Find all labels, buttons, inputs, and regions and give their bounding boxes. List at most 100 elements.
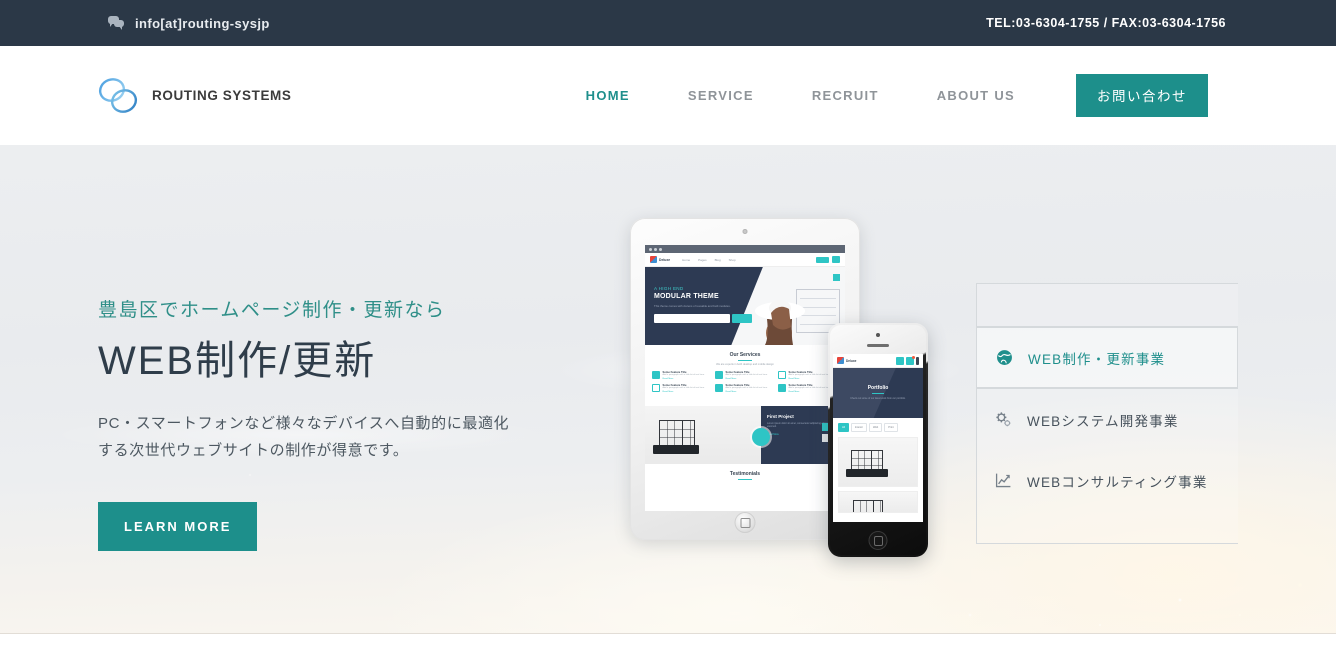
mockup-menu-item-1: Pages <box>698 257 707 262</box>
phone-mockup-hero-lead: Check out some of our latest work from o… <box>850 397 906 400</box>
phone-mockup-filter-3: Print <box>884 423 898 432</box>
mockup-service-card: Some Feature Title Add a paragraph with … <box>652 371 712 380</box>
mockup-site-nav: Deluxe Home Pages Blog Shop <box>645 253 845 267</box>
tablet-screen: Deluxe Home Pages Blog Shop A HIGH END M… <box>645 245 845 511</box>
topbar-phone-text: TEL:03-6304-1755 / FAX:03-6304-1756 <box>986 16 1226 30</box>
mockup-menu-item-0: Home <box>682 257 691 262</box>
phone-mockup-logo-icon <box>837 357 844 364</box>
comments-icon <box>108 16 124 30</box>
cogs-icon <box>996 412 1011 427</box>
service-list-top-spacer <box>977 284 1238 327</box>
mockup-menu-item-2: Blog <box>714 257 721 262</box>
nav-item-service[interactable]: SERVICE <box>659 88 783 103</box>
phone-speaker-icon <box>867 344 889 347</box>
mockup-project-image <box>645 406 761 464</box>
mockup-service-card-text: Add a paragraph with a little bit of tex… <box>662 387 705 389</box>
mockup-service-card-link: Read More <box>788 391 800 393</box>
mockup-nav-actions <box>816 256 840 263</box>
brand-name: ROUTING SYSTEMS <box>152 88 292 103</box>
service-item-system-development[interactable]: WEBシステム開発事業 <box>977 389 1238 450</box>
phone-mockup-portfolio-card <box>838 437 918 487</box>
phone-mockup-filters: All Interior Web Print <box>833 418 923 437</box>
tablet-home-button-icon <box>734 512 756 533</box>
service-list-bottom-spacer <box>977 511 1238 543</box>
service-item-web-production[interactable]: WEB制作・更新事業 <box>976 327 1238 388</box>
mockup-services-title: Our Services <box>729 352 761 358</box>
mockup-hero: A HIGH END MODULAR THEME This theme come… <box>645 267 845 345</box>
mockup-service-card: Some Feature Title Add a paragraph with … <box>715 371 775 380</box>
service-list-box: WEB制作・更新事業 <box>976 283 1238 389</box>
mockup-service-card-link: Read More <box>788 378 800 380</box>
topbar-email-text: info[at]routing-sysjp <box>135 15 270 31</box>
hero-description-line-1: PC・スマートフォンなど様々なデバイスへ自動的に最適化 <box>98 415 510 432</box>
nav-item-recruit[interactable]: RECRUIT <box>783 88 908 103</box>
globe-icon <box>997 350 1012 365</box>
nav-item-home[interactable]: HOME <box>557 88 659 103</box>
phone-mockup: Deluxe Portfolio Check out some of our l… <box>828 323 928 557</box>
service-item-label: WEBシステム開発事業 <box>1027 413 1179 429</box>
top-utility-bar: info[at]routing-sysjp TEL:03-6304-1755 /… <box>0 0 1336 46</box>
mockup-hero-lead: This theme comes with dozens of reusable… <box>654 304 731 308</box>
tablet-camera-icon <box>742 229 748 234</box>
mockup-project-section: First Project Lorem ipsum dolor sit amet… <box>645 406 845 464</box>
mockup-hero-kicker: A HIGH END <box>654 286 684 291</box>
hero-section: 豊島区でホームページ制作・更新なら WEB制作/更新 PC・スマートフォンなど様… <box>0 145 1336 634</box>
mockup-service-card: Some Feature Title Add a paragraph with … <box>715 384 775 393</box>
mockup-logo-icon <box>650 256 657 263</box>
phone-mockup-filter-1: Interior <box>850 423 867 432</box>
mockup-service-card-text: Add a paragraph with a little bit of tex… <box>662 374 705 376</box>
mockup-service-card-text: Add a paragraph with a little bit of tex… <box>725 374 768 376</box>
service-item-label: WEB制作・更新事業 <box>1028 351 1166 367</box>
mockup-hero-model-image <box>755 300 805 345</box>
mockup-service-card-text: Add a paragraph with a little bit of tex… <box>725 387 768 389</box>
mockup-menu: Home Pages Blog Shop <box>682 258 736 262</box>
mockup-hero-title: MODULAR THEME <box>654 293 719 300</box>
mockup-service-card-link: Read More <box>662 378 674 380</box>
hero-subtitle: 豊島区でホームページ制作・更新なら <box>98 300 446 321</box>
phone-screen: Deluxe Portfolio Check out some of our l… <box>833 354 923 522</box>
mockup-service-card-text: Add a paragraph with a little bit of tex… <box>788 374 831 376</box>
mockup-services-section: Our Services We are experts in both desk… <box>645 345 845 399</box>
hero-copy: 豊島区でホームページ制作・更新なら WEB制作/更新 PC・スマートフォンなど様… <box>98 295 509 551</box>
mockup-service-card-link: Read More <box>662 391 674 393</box>
hero-title: WEB制作/更新 <box>98 339 377 383</box>
mockup-service-card: Some Feature Title Add a paragraph with … <box>652 384 712 393</box>
mockup-service-card-link: Read More <box>725 378 737 380</box>
phone-mockup-filter-0: All <box>838 423 849 432</box>
line-chart-icon <box>995 473 1011 488</box>
hero-description: PC・スマートフォンなど様々なデバイスへ自動的に最適化 する次世代ウェブサイトの… <box>98 410 509 464</box>
service-list-box-lower: WEBシステム開発事業 WEBコンサルティング事業 <box>976 389 1238 544</box>
tablet-mockup: Deluxe Home Pages Blog Shop A HIGH END M… <box>630 218 860 540</box>
mockup-menu-item-3: Shop <box>728 257 736 262</box>
mockup-service-card-text: Add a paragraph with a little bit of tex… <box>788 387 831 389</box>
service-item-label: WEBコンサルティング事業 <box>1027 474 1208 490</box>
phone-mockup-filter-2: Web <box>868 423 883 432</box>
mockup-browser-bar <box>645 245 845 253</box>
contact-button[interactable]: お問い合わせ <box>1076 74 1208 117</box>
phone-mockup-hero: Portfolio Check out some of our latest w… <box>833 368 923 418</box>
main-navigation: HOME SERVICE RECRUIT ABOUT US お問い合わせ <box>557 74 1208 117</box>
mockup-service-card-link: Read More <box>725 391 737 393</box>
mockup-testimonials-title: Testimonials <box>729 471 761 477</box>
phone-mockup-portfolio-card <box>838 491 918 513</box>
nav-item-about-us[interactable]: ABOUT US <box>908 88 1044 103</box>
mockup-testimonials-section: Testimonials <box>645 464 845 489</box>
phone-mockup-hero-title: Portfolio <box>867 385 889 391</box>
mockup-services-sub: We are experts in both desktop and mobil… <box>716 363 774 366</box>
mockup-brand: Deluxe <box>659 257 671 262</box>
mockup-services-grid: Some Feature Title Add a paragraph with … <box>645 371 845 393</box>
routing-systems-rings-logo-icon <box>98 76 140 116</box>
phone-camera-icon <box>876 333 880 337</box>
site-header: ROUTING SYSTEMS HOME SERVICE RECRUIT ABO… <box>0 46 1336 145</box>
mockup-hero-signup-form <box>654 314 752 323</box>
phone-mockup-brand: Deluxe <box>846 358 857 363</box>
learn-more-button[interactable]: LEARN MORE <box>98 502 258 551</box>
phone-home-button-icon <box>868 531 888 550</box>
topbar-email-group[interactable]: info[at]routing-sysjp <box>108 16 270 31</box>
service-item-web-consulting[interactable]: WEBコンサルティング事業 <box>977 450 1238 511</box>
service-list-panel: WEB制作・更新事業 WEBシステム開発事業 WEBコンサルティング事業 <box>976 283 1238 544</box>
brand-logo-link[interactable]: ROUTING SYSTEMS <box>98 76 292 116</box>
phone-mockup-nav: Deluxe <box>833 354 923 368</box>
mockup-project-badge-icon <box>752 428 770 446</box>
hero-description-line-2: する次世代ウェブサイトの制作が得意です。 <box>98 442 409 459</box>
